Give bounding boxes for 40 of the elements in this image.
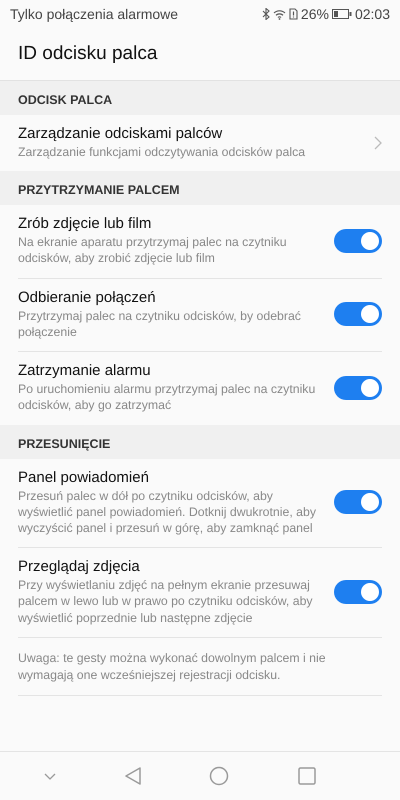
settings-row[interactable]: Panel powiadomień Przesuń palec w dół po czytniku odcisków, aby wyświetlić panel powiadomień. Dotknij dwukrotnie, aby wyczyścić panel i przesuń w górę, aby zamknąć panel: [18, 458, 382, 548]
note-text: Uwaga: te gesty można wykonać dowolnym palcem i nie wymagają one wcześniejszej rejestracji odcisku.: [18, 650, 326, 682]
setting-description: Przytrzymaj palec na czytniku odcisków, by odebrać połączenie: [18, 308, 302, 340]
sim-alert-icon: [288, 8, 298, 20]
setting-description: Przy wyświetlaniu zdjęć na pełnym ekranie przesuwaj palcem w lewo lub w prawo po czytniku odcisków, aby wyświetlić poprzednie lub następne zdjęcie: [18, 577, 314, 626]
home-icon[interactable]: [209, 766, 230, 786]
toggle-switch[interactable]: [334, 302, 382, 326]
collapse-icon[interactable]: [44, 772, 56, 780]
setting-description: Po uruchomieniu alarmu przytrzymaj palec na czytniku odcisków, aby go zatrzymać: [18, 381, 316, 414]
setting-title: Przeglądaj zdjęcia: [18, 558, 141, 576]
wifi-icon: [272, 8, 286, 20]
settings-row[interactable]: Odbieranie połączeń Przytrzymaj palec na czytniku odcisków, by odebrać połączenie: [18, 278, 382, 352]
setting-title: Panel powiadomień: [18, 468, 150, 486]
recents-icon[interactable]: [298, 767, 316, 785]
setting-title: Zrób zdjęcie lub film: [18, 215, 152, 232]
toggle-switch[interactable]: [334, 376, 382, 400]
setting-title: Zatrzymanie alarmu: [18, 362, 152, 380]
clock: 02:03: [354, 6, 390, 22]
back-icon[interactable]: [124, 767, 141, 785]
bluetooth-icon: [262, 8, 270, 20]
section-header: PRZYTRZYMANIE PALCEM: [0, 171, 400, 206]
page-title: ID odcisku palca: [18, 43, 158, 65]
setting-title: Zarządzanie odciskami palców: [18, 125, 224, 142]
chevron-icon: [374, 136, 382, 150]
battery-percent: 26%: [300, 6, 329, 22]
status-text: Tylko połączenia alarmowe: [10, 6, 178, 22]
settings-row[interactable]: Zarządzanie odciskami palców Zarządzanie funkcjami odczytywania odcisków palca: [18, 115, 382, 172]
battery-icon: [332, 9, 352, 19]
setting-description: Przesuń palec w dół po czytniku odcisków, aby wyświetlić panel powiadomień. Dotknij dwukrotnie, aby wyczyścić panel i przesuń w górę, aby zamknąć panel: [18, 488, 318, 536]
section-header: PRZESUNIĘCIE: [0, 424, 400, 459]
settings-row[interactable]: Zatrzymanie alarmu Po uruchomieniu alarmu przytrzymaj palec na czytniku odcisków, aby go zatrzymać: [18, 352, 382, 425]
section-header: ODCISK PALCA: [0, 81, 400, 115]
setting-description: Na ekranie aparatu przytrzymaj palec na czytniku odcisków, aby zrobić zdjęcie lub film: [18, 234, 288, 267]
toggle-switch[interactable]: [334, 490, 382, 514]
toggle-switch[interactable]: [334, 228, 382, 253]
setting-description: Zarządzanie funkcjami odczytywania odcisków palca: [18, 144, 306, 160]
settings-row[interactable]: Zrób zdjęcie lub film Na ekranie aparatu przytrzymaj palec na czytniku odcisków, aby zrobić zdjęcie lub film: [18, 205, 382, 279]
toggle-switch[interactable]: [334, 580, 382, 604]
setting-title: Odbieranie połączeń: [18, 288, 157, 306]
settings-row[interactable]: Przeglądaj zdjęcia Przy wyświetlaniu zdjęć na pełnym ekranie przesuwaj palcem w lewo lub w prawo po czytniku odcisków, aby wyświetlić poprzednie lub następne zdjęcie: [18, 548, 382, 637]
